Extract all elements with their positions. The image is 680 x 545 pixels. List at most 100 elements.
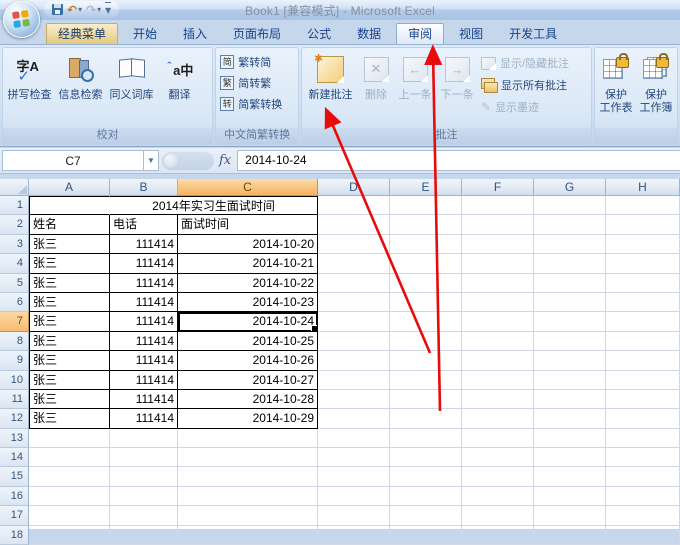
cell[interactable]: [534, 292, 606, 313]
cell[interactable]: [318, 254, 390, 274]
row-header-11[interactable]: 11: [0, 389, 29, 410]
cell[interactable]: [318, 273, 390, 293]
cell[interactable]: [318, 312, 390, 332]
cell[interactable]: [462, 428, 534, 449]
cell[interactable]: [606, 196, 680, 216]
cell[interactable]: [534, 506, 606, 526]
cell[interactable]: [110, 467, 178, 487]
cell[interactable]: 111414: [110, 273, 178, 293]
cell[interactable]: [318, 486, 390, 507]
cell[interactable]: 姓名: [29, 215, 110, 235]
cell[interactable]: [534, 273, 606, 293]
cell[interactable]: [534, 196, 606, 216]
cell[interactable]: [534, 370, 606, 390]
cell[interactable]: [318, 467, 390, 487]
row-header-5[interactable]: 5: [0, 273, 29, 293]
research-button[interactable]: 信息检索: [55, 50, 106, 128]
cell[interactable]: 111414: [110, 409, 178, 429]
cell[interactable]: [462, 196, 534, 216]
cell[interactable]: 2014-10-26: [178, 351, 318, 371]
row-header-2[interactable]: 2: [0, 215, 29, 235]
tab-page-layout[interactable]: 页面布局: [222, 24, 292, 44]
cell[interactable]: 2014-10-22: [178, 273, 318, 293]
row-header-14[interactable]: 14: [0, 448, 29, 468]
cell[interactable]: [390, 273, 462, 293]
redo-button[interactable]: ↷ ▾: [86, 3, 101, 17]
row-header-4[interactable]: 4: [0, 254, 29, 274]
cell[interactable]: [318, 409, 390, 429]
column-header-H[interactable]: H: [606, 179, 680, 196]
cell[interactable]: [390, 467, 462, 487]
tab-home[interactable]: 开始: [122, 24, 168, 44]
cell[interactable]: [534, 215, 606, 235]
tab-formulas[interactable]: 公式: [296, 24, 342, 44]
protect-sheet-button[interactable]: 保护 工作表: [596, 50, 636, 128]
cell[interactable]: [606, 467, 680, 487]
simp-to-trad-button[interactable]: 繁 简转繁: [220, 75, 282, 91]
cell[interactable]: [318, 331, 390, 352]
cell[interactable]: [534, 448, 606, 468]
office-button[interactable]: [3, 1, 40, 38]
formula-input[interactable]: 2014-10-24: [237, 150, 680, 171]
cell[interactable]: [462, 312, 534, 332]
cell[interactable]: 2014-10-25: [178, 331, 318, 352]
cell[interactable]: 2014-10-21: [178, 254, 318, 274]
cell[interactable]: [606, 351, 680, 371]
cell[interactable]: 2014-10-20: [178, 234, 318, 255]
cell[interactable]: [110, 486, 178, 507]
show-all-comments-button[interactable]: 显示所有批注: [481, 77, 569, 93]
cell[interactable]: [318, 506, 390, 526]
cell[interactable]: [606, 254, 680, 274]
protect-workbook-button[interactable]: 保护 工作簿: [636, 50, 676, 128]
cell[interactable]: [178, 506, 318, 526]
cell[interactable]: [318, 370, 390, 390]
cell[interactable]: [606, 234, 680, 255]
thesaurus-button[interactable]: 同义词库: [106, 50, 157, 128]
cell[interactable]: [462, 273, 534, 293]
cell[interactable]: [318, 389, 390, 410]
cell[interactable]: [534, 428, 606, 449]
cell[interactable]: [390, 370, 462, 390]
row-header-7[interactable]: 7: [0, 312, 29, 332]
row-header-8[interactable]: 8: [0, 331, 29, 352]
cell[interactable]: 111414: [110, 389, 178, 410]
row-header-16[interactable]: 16: [0, 486, 29, 507]
column-header-D[interactable]: D: [318, 179, 390, 196]
cell[interactable]: [390, 234, 462, 255]
cell[interactable]: 111414: [110, 351, 178, 371]
undo-button[interactable]: ↶ ▾: [67, 3, 82, 17]
row-header-17[interactable]: 17: [0, 506, 29, 526]
tab-developer[interactable]: 开发工具: [498, 24, 568, 44]
next-comment-button[interactable]: → 下一条: [436, 50, 478, 128]
cell[interactable]: 111414: [110, 234, 178, 255]
cell[interactable]: 111414: [110, 312, 178, 332]
cell[interactable]: 2014-10-28: [178, 389, 318, 410]
column-header-E[interactable]: E: [390, 179, 462, 196]
tab-review[interactable]: 审阅: [396, 23, 445, 44]
previous-comment-button[interactable]: ← 上一条: [394, 50, 436, 128]
cell[interactable]: [390, 428, 462, 449]
cell[interactable]: 张三: [29, 254, 110, 274]
cell[interactable]: [534, 351, 606, 371]
cell[interactable]: [29, 467, 110, 487]
cell[interactable]: [606, 273, 680, 293]
cell[interactable]: [178, 448, 318, 468]
cell[interactable]: [390, 312, 462, 332]
cell[interactable]: [462, 215, 534, 235]
cell[interactable]: 2014-10-29: [178, 409, 318, 429]
cell[interactable]: 张三: [29, 331, 110, 352]
cell[interactable]: [110, 448, 178, 468]
cell[interactable]: [462, 254, 534, 274]
cell[interactable]: [462, 292, 534, 313]
name-box[interactable]: C7: [2, 150, 144, 171]
cell[interactable]: [534, 312, 606, 332]
cell[interactable]: 张三: [29, 312, 110, 332]
cell[interactable]: [606, 428, 680, 449]
cell[interactable]: [390, 506, 462, 526]
cell[interactable]: [606, 389, 680, 410]
cell[interactable]: 111414: [110, 254, 178, 274]
cell[interactable]: 2014-10-27: [178, 370, 318, 390]
column-header-B[interactable]: B: [110, 179, 178, 196]
cell[interactable]: [318, 196, 390, 216]
trad-to-simp-button[interactable]: 简 繁转简: [220, 54, 282, 70]
